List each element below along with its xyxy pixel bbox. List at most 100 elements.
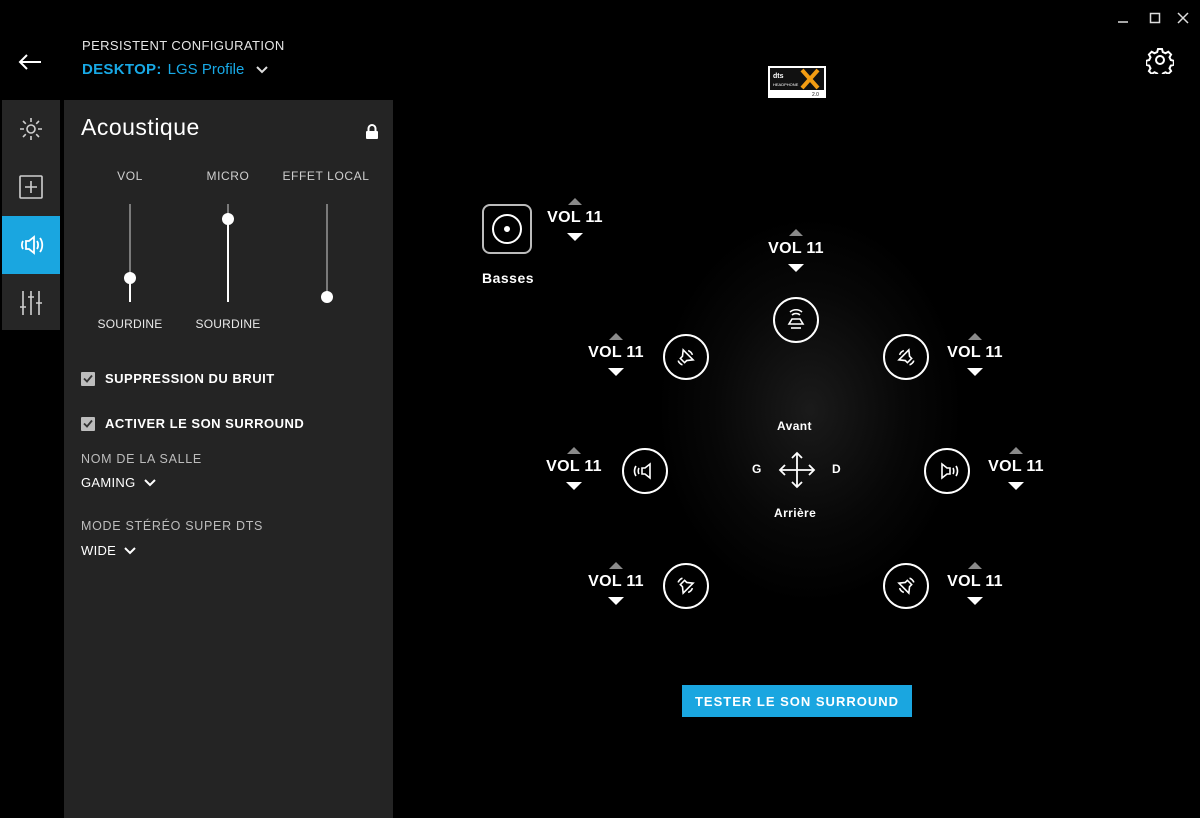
front-left-volume-up[interactable]	[609, 333, 623, 340]
slider-knob[interactable]	[124, 271, 136, 284]
slider-knob[interactable]	[222, 212, 234, 225]
test-surround-button[interactable]: TESTER LE SON SURROUND	[682, 685, 912, 717]
center-volume-up[interactable]	[789, 229, 803, 236]
dts-headphone-x-logo: dts HEADPHONE 2.0	[768, 66, 826, 98]
noise-suppression-row[interactable]: SUPPRESSION DU BRUIT	[81, 371, 275, 386]
left-volume-up[interactable]	[567, 447, 581, 454]
headset-silhouette	[660, 220, 960, 600]
front-right-volume-value: VOL 11	[947, 344, 1003, 361]
rear-right-volume-up[interactable]	[968, 562, 982, 569]
slider-track[interactable]	[326, 204, 328, 302]
settings-button[interactable]	[1146, 46, 1174, 74]
speaker-center-icon	[787, 308, 805, 329]
profile-selector[interactable]: DESKTOP: LGS Profile	[82, 61, 269, 78]
bass-speaker-button[interactable]	[482, 204, 532, 254]
chevron-down-icon	[124, 546, 136, 554]
slider-fill	[227, 218, 229, 302]
lock-icon	[365, 124, 379, 140]
rear-left-volume-down[interactable]	[608, 597, 624, 605]
mic-slider-label: MICRO	[206, 169, 250, 183]
speaker-front-right-icon	[897, 348, 915, 366]
speaker-rear-left-icon	[677, 577, 695, 595]
surround-enable-label: ACTIVER LE SON SURROUND	[105, 416, 305, 431]
speaker-front-left-icon	[677, 348, 695, 366]
speaker-left-icon	[633, 462, 651, 480]
front-left-speaker-button[interactable]	[663, 334, 709, 380]
svg-text:HEADPHONE: HEADPHONE	[773, 82, 799, 87]
noise-suppression-checkbox[interactable]	[81, 371, 95, 386]
bass-volume-down[interactable]	[567, 233, 583, 241]
panel-title: Acoustique	[81, 114, 200, 140]
nav-acoustics[interactable]	[2, 216, 60, 274]
direction-left-label: G	[752, 462, 762, 476]
front-left-volume-value: VOL 11	[588, 344, 644, 361]
minimize-icon	[1118, 21, 1128, 23]
sun-icon	[20, 118, 42, 140]
rear-right-volume-down[interactable]	[967, 597, 983, 605]
room-name-dropdown[interactable]: GAMING	[81, 475, 156, 490]
right-volume-value: VOL 11	[988, 458, 1044, 475]
center-speaker-button[interactable]	[773, 297, 819, 343]
subwoofer-icon	[492, 214, 522, 244]
svg-text:2.0: 2.0	[812, 92, 819, 98]
direction-rear-label: Arrière	[774, 506, 817, 520]
close-button[interactable]	[1172, 8, 1194, 28]
right-volume-down[interactable]	[1008, 482, 1024, 490]
persistent-configuration-label: PERSISTENT CONFIGURATION	[82, 38, 285, 53]
svg-text:dts: dts	[773, 73, 784, 80]
front-right-volume-down[interactable]	[967, 368, 983, 376]
rear-left-volume-control: VOL 11	[576, 562, 656, 605]
move-arrows-icon[interactable]	[777, 450, 817, 490]
rear-right-volume-control: VOL 11	[935, 562, 1015, 605]
side-navigation	[2, 100, 60, 330]
right-volume-control: VOL 11	[976, 447, 1056, 490]
center-volume-value: VOL 11	[768, 240, 824, 257]
front-left-volume-down[interactable]	[608, 368, 624, 376]
profile-name: LGS Profile	[167, 61, 245, 78]
maximize-icon	[1149, 12, 1161, 24]
sliders-icon	[20, 291, 42, 315]
room-name-label: NOM DE LA SALLE	[81, 452, 202, 466]
maximize-button[interactable]	[1144, 8, 1166, 28]
right-speaker-button[interactable]	[924, 448, 970, 494]
room-name-value: GAMING	[81, 475, 136, 490]
sidetone-slider-label: EFFET LOCAL	[282, 169, 370, 183]
bass-label: Basses	[482, 270, 535, 286]
surround-enable-row[interactable]: ACTIVER LE SON SURROUND	[81, 416, 304, 431]
surround-enable-checkbox[interactable]	[81, 416, 95, 431]
speaker-right-icon	[941, 462, 959, 480]
minimize-button[interactable]	[1112, 8, 1134, 28]
rear-right-volume-value: VOL 11	[947, 573, 1003, 590]
left-volume-control: VOL 11	[534, 447, 614, 490]
back-button[interactable]	[12, 48, 48, 76]
bass-volume-control: VOL 11	[535, 198, 615, 241]
bass-volume-value: VOL 11	[547, 209, 603, 226]
nav-assignments[interactable]	[2, 158, 60, 216]
volume-mute-label: SOURDINE	[97, 317, 163, 331]
right-volume-up[interactable]	[1009, 447, 1023, 454]
front-right-speaker-button[interactable]	[883, 334, 929, 380]
front-right-volume-control: VOL 11	[935, 333, 1015, 376]
direction-right-label: D	[832, 462, 842, 476]
bass-volume-up[interactable]	[568, 198, 582, 205]
front-left-volume-control: VOL 11	[576, 333, 656, 376]
speaker-icon	[20, 235, 44, 255]
rear-left-speaker-button[interactable]	[663, 563, 709, 609]
left-volume-down[interactable]	[566, 482, 582, 490]
chevron-down-icon	[143, 478, 156, 486]
nav-equalizer[interactable]	[2, 274, 60, 332]
gear-icon	[1146, 48, 1174, 74]
rear-left-volume-up[interactable]	[609, 562, 623, 569]
center-volume-down[interactable]	[788, 264, 804, 272]
center-volume-control: VOL 11	[756, 229, 836, 272]
nav-lighting[interactable]	[2, 100, 60, 158]
arrow-left-icon	[18, 54, 41, 70]
dts-mode-value: WIDE	[81, 543, 117, 558]
slider-knob[interactable]	[321, 291, 333, 304]
rear-right-speaker-button[interactable]	[883, 563, 929, 609]
noise-suppression-label: SUPPRESSION DU BRUIT	[105, 371, 275, 386]
speaker-rear-right-icon	[897, 577, 915, 595]
dts-mode-dropdown[interactable]: WIDE	[81, 543, 136, 558]
front-right-volume-up[interactable]	[968, 333, 982, 340]
left-speaker-button[interactable]	[622, 448, 668, 494]
